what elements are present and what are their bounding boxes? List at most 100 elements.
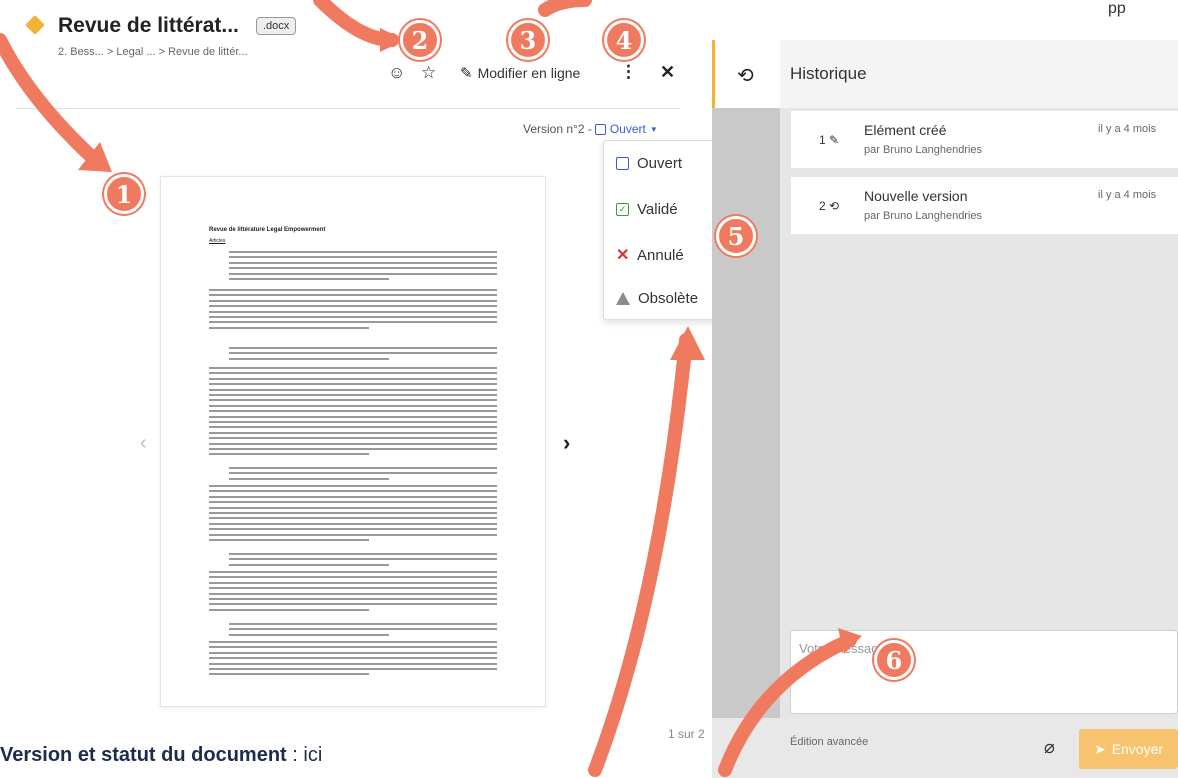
preview-text-line bbox=[209, 421, 497, 423]
preview-text-line bbox=[209, 506, 497, 509]
history-entry[interactable]: 1 ✎ Elément créé par Bruno Langhendries … bbox=[791, 111, 1178, 168]
history-entry-number-text: 2 bbox=[819, 199, 826, 213]
caption-rest: : ici bbox=[286, 744, 323, 766]
preview-text-line bbox=[209, 485, 497, 487]
favorite-star-icon[interactable]: ☆ bbox=[421, 64, 436, 81]
advanced-edit-link[interactable]: Édition avancée bbox=[790, 736, 868, 748]
status-dropdown[interactable]: Ouvert ▼ bbox=[594, 122, 658, 136]
status-option-label: Obsolète bbox=[638, 290, 699, 307]
open-square-icon bbox=[594, 123, 606, 135]
status-option-obsolete[interactable]: Obsolète bbox=[616, 290, 698, 307]
document-page-preview[interactable]: Revue de littérature Legal Empowerment A… bbox=[160, 176, 546, 707]
annotation-badge-4: 4 bbox=[604, 20, 644, 60]
preview-text-line bbox=[209, 641, 497, 643]
send-button[interactable]: ➤ Envoyer bbox=[1079, 729, 1178, 769]
header-divider bbox=[16, 108, 680, 109]
preview-text-line bbox=[209, 410, 497, 413]
magic-wand-icon: ✎ bbox=[829, 133, 840, 147]
history-title: Historique bbox=[790, 64, 867, 83]
preview-text-line bbox=[229, 477, 389, 480]
preview-subheading: Articles bbox=[209, 238, 226, 244]
tutorial-caption: Version et statut du document : ici bbox=[0, 744, 322, 767]
annotation-badge-6: 6 bbox=[874, 640, 914, 680]
annotation-badge-1: 1 bbox=[104, 174, 144, 214]
preview-text-line bbox=[209, 305, 497, 308]
preview-text-line bbox=[229, 256, 497, 259]
close-icon[interactable]: ✕ bbox=[660, 63, 675, 81]
preview-text-line bbox=[209, 431, 497, 434]
preview-text-line bbox=[229, 563, 389, 566]
preview-text-line bbox=[229, 553, 497, 555]
preview-text-line bbox=[229, 267, 497, 270]
chevron-left-icon[interactable]: ‹ bbox=[140, 432, 147, 455]
sidebar-footer bbox=[712, 718, 780, 778]
document-title: Revue de littérat... bbox=[58, 14, 239, 37]
preview-text-line bbox=[229, 278, 389, 280]
history-entry-author: par Bruno Langhendries bbox=[864, 144, 983, 156]
status-value: Ouvert bbox=[609, 122, 646, 136]
warning-icon bbox=[616, 292, 630, 305]
preview-text-line bbox=[209, 501, 497, 504]
preview-text-line bbox=[209, 587, 497, 590]
preview-text-line bbox=[229, 347, 497, 349]
history-entry-time: il y a 4 mois bbox=[1098, 189, 1157, 201]
preview-text-line bbox=[209, 512, 497, 514]
emoji-reaction-icon[interactable]: ☺ bbox=[388, 64, 405, 81]
edit-icon: ✎ bbox=[460, 65, 473, 82]
history-entry-author: par Bruno Langhendries bbox=[864, 210, 983, 222]
annotation-badge-3: 3 bbox=[508, 20, 548, 60]
chevron-down-icon: ▼ bbox=[649, 124, 658, 134]
send-label: Envoyer bbox=[1111, 741, 1164, 757]
preview-text-line bbox=[209, 453, 369, 456]
more-options-icon[interactable]: ⋮ bbox=[620, 63, 637, 80]
preview-text-line bbox=[209, 394, 497, 396]
preview-text-line bbox=[209, 673, 369, 676]
history-entry-title: Elément créé bbox=[864, 122, 947, 138]
preview-text-line bbox=[209, 289, 497, 291]
preview-text-line bbox=[209, 576, 497, 579]
history-entry[interactable]: 2 ⟲ Nouvelle version par Bruno Langhendr… bbox=[791, 177, 1178, 234]
message-input[interactable]: Votre message bbox=[790, 630, 1178, 714]
preview-text-line bbox=[209, 442, 497, 445]
sidebar-filler bbox=[712, 108, 780, 718]
history-icon: ⟲ bbox=[737, 65, 754, 87]
preview-text-line bbox=[209, 603, 497, 606]
status-option-cancelled[interactable]: ✕ Annulé bbox=[616, 245, 684, 265]
status-option-validated[interactable]: ✓ Validé bbox=[616, 201, 678, 218]
preview-heading: Revue de littérature Legal Empowerment bbox=[209, 227, 326, 233]
preview-text-line bbox=[209, 326, 369, 329]
chevron-right-icon[interactable]: › bbox=[736, 734, 743, 757]
preview-text-line bbox=[209, 533, 497, 536]
preview-text-line bbox=[209, 294, 497, 297]
preview-text-line bbox=[209, 495, 497, 498]
chevron-right-icon[interactable]: › bbox=[563, 430, 570, 456]
top-right-fragment-text: pp bbox=[1108, 0, 1126, 17]
preview-text-line bbox=[209, 426, 497, 429]
preview-text-line bbox=[209, 522, 497, 525]
history-entry-number-text: 1 bbox=[819, 133, 826, 147]
preview-text-line bbox=[209, 581, 497, 584]
preview-text-line bbox=[209, 437, 497, 440]
preview-text-line bbox=[229, 558, 497, 561]
preview-text-line bbox=[209, 415, 497, 418]
preview-text-line bbox=[229, 633, 389, 636]
breadcrumb[interactable]: 2. Bess... > Legal ... > Revue de littér… bbox=[58, 46, 248, 58]
edit-online-button[interactable]: ✎ Modifier en ligne bbox=[460, 64, 580, 82]
preview-text-line bbox=[209, 539, 369, 541]
status-option-open[interactable]: Ouvert bbox=[616, 155, 682, 172]
send-icon: ➤ bbox=[1093, 740, 1106, 757]
check-square-icon: ✓ bbox=[616, 203, 629, 216]
preview-text-line bbox=[229, 357, 389, 360]
preview-text-line bbox=[229, 623, 497, 625]
arrow-3 bbox=[538, 0, 592, 17]
preview-text-line bbox=[229, 272, 497, 275]
paperclip-icon[interactable]: ⌀ bbox=[1044, 737, 1055, 758]
preview-text-line bbox=[209, 399, 497, 402]
arrow-2 bbox=[313, 0, 399, 47]
preview-text-line bbox=[209, 490, 497, 493]
history-entry-time: il y a 4 mois bbox=[1098, 123, 1157, 135]
preview-text-line bbox=[209, 608, 369, 611]
preview-text-line bbox=[209, 321, 497, 324]
preview-text-line bbox=[209, 372, 497, 375]
version-status-row: Version n°2 - Ouvert ▼ bbox=[523, 122, 658, 136]
